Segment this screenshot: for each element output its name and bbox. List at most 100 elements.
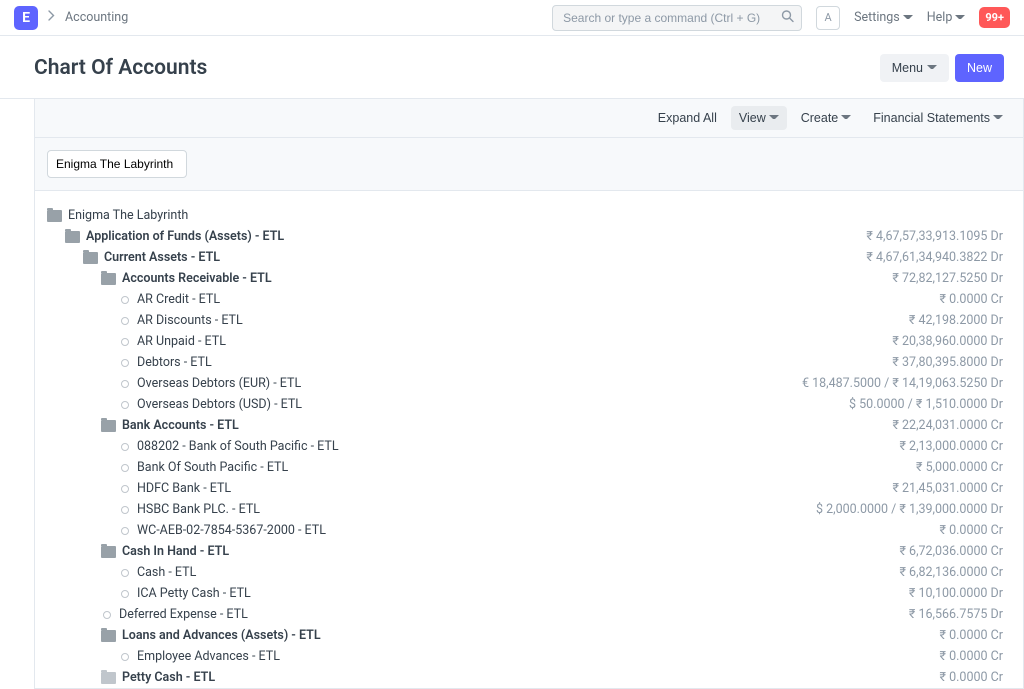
account-balance: ₹ 37,80,395.8000 Dr [892, 355, 1003, 370]
folder-open-icon [65, 231, 80, 243]
tree-node-label[interactable]: AR Discounts - ETL [137, 313, 243, 328]
tree-row[interactable]: 088202 - Bank of South Pacific - ETL₹ 2,… [47, 436, 1003, 457]
company-filter-input[interactable] [47, 150, 187, 178]
account-leaf-icon [121, 464, 129, 472]
tree-node-label[interactable]: Cash - ETL [137, 565, 196, 580]
account-balance: ₹ 42,198.2000 Dr [909, 313, 1003, 328]
folder-open-icon [101, 273, 116, 285]
tree-node-label[interactable]: Petty Cash - ETL [122, 670, 215, 685]
tree-row[interactable]: AR Unpaid - ETL ₹ 20,38,960.0000 Dr [47, 331, 1003, 352]
chevron-down-icon [993, 115, 1003, 125]
tree-row[interactable]: AR Discounts - ETL ₹ 42,198.2000 Dr [47, 310, 1003, 331]
tree-node-label[interactable]: Loans and Advances (Assets) - ETL [122, 628, 321, 643]
app-logo[interactable]: E [14, 6, 38, 30]
tree-row[interactable]: ICA Petty Cash - ETL ₹ 10,100.0000 Dr [47, 583, 1003, 604]
folder-open-icon [101, 630, 116, 642]
tree-row[interactable]: HSBC Bank PLC. - ETL $ 2,000.0000 / ₹ 1,3… [47, 499, 1003, 520]
tree-row[interactable]: Current Assets - ETL₹ 4,67,61,34,940.382… [47, 247, 1003, 268]
new-button[interactable]: New [955, 54, 1004, 82]
account-balance: ₹ 6,72,036.0000 Cr [899, 544, 1003, 559]
tree-row[interactable]: Debtors - ETL ₹ 37,80,395.8000 Dr [47, 352, 1003, 373]
settings-menu[interactable]: Settings [854, 10, 913, 25]
account-leaf-icon [121, 317, 129, 325]
account-balance: ₹ 20,38,960.0000 Dr [892, 334, 1003, 349]
tree-row[interactable]: Bank Of South Pacific - ETL ₹ 5,000.0000 … [47, 457, 1003, 478]
filter-bar [34, 138, 1024, 191]
account-balance: ₹ 22,24,031.0000 Cr [892, 418, 1003, 433]
search-icon [781, 9, 794, 26]
chevron-down-icon [769, 115, 779, 125]
search-input[interactable] [552, 5, 802, 31]
tree-node-label[interactable]: Enigma The Labyrinth [68, 208, 188, 223]
account-tree: Enigma The Labyrinth Application of Funds… [34, 191, 1024, 689]
tree-node-label[interactable]: Bank Accounts - ETL [122, 418, 239, 433]
tree-row[interactable]: Overseas Debtors (USD) - ETL $ 50.0000 / … [47, 394, 1003, 415]
account-balance: ₹ 21,45,031.0000 Cr [892, 481, 1003, 496]
view-menu[interactable]: View [731, 106, 787, 130]
tree-row[interactable]: Bank Accounts - ETL ₹ 22,24,031.0000 Cr [47, 415, 1003, 436]
tree-row[interactable]: Application of Funds (Assets) - ETL₹ 4,6… [47, 226, 1003, 247]
tree-row[interactable]: Employee Advances - ETL₹ 0.0000 Cr [47, 646, 1003, 667]
account-balance: ₹ 6,82,136.0000 Cr [899, 565, 1003, 580]
breadcrumb-item[interactable]: Accounting [65, 10, 128, 25]
tree-row[interactable]: Cash - ETL ₹ 6,82,136.0000 Cr [47, 562, 1003, 583]
account-balance: $ 50.0000 / ₹ 1,510.0000 Dr [849, 397, 1003, 412]
top-navbar: E Accounting A Settings Help 99+ [0, 0, 1024, 36]
help-menu[interactable]: Help [927, 10, 966, 25]
account-balance: ₹ 16,566.7575 Dr [909, 607, 1003, 622]
financial-statements-menu[interactable]: Financial Statements [865, 106, 1011, 130]
account-balance: ₹ 0.0000 Cr [940, 523, 1003, 538]
account-balance: $ 2,000.0000 / ₹ 1,39,000.0000 Dr [816, 502, 1003, 517]
folder-open-icon [101, 546, 116, 558]
tree-node-label[interactable]: AR Unpaid - ETL [137, 334, 226, 349]
search-container [552, 5, 802, 31]
account-balance: ₹ 0.0000 Cr [940, 292, 1003, 307]
tree-row[interactable]: Enigma The Labyrinth [47, 205, 1003, 226]
tree-row[interactable]: WC-AEB-02-7854-5367-2000 - ETL ₹ 0.0000 C… [47, 520, 1003, 541]
tree-node-label[interactable]: AR Credit - ETL [137, 292, 220, 307]
tree-node-label[interactable]: Bank Of South Pacific - ETL [137, 460, 288, 475]
folder-open-icon [47, 210, 62, 222]
avatar[interactable]: A [816, 6, 840, 30]
expand-all-button[interactable]: Expand All [650, 106, 725, 130]
tree-node-label[interactable]: Overseas Debtors (EUR) - ETL [137, 376, 301, 391]
tree-row[interactable]: Overseas Debtors (EUR) - ETL€ 18,487.500… [47, 373, 1003, 394]
account-leaf-icon [121, 485, 129, 493]
tree-node-label[interactable]: Overseas Debtors (USD) - ETL [137, 397, 302, 412]
account-leaf-icon [121, 296, 129, 304]
tree-row[interactable]: Accounts Receivable - ETL₹ 72,82,127.525… [47, 268, 1003, 289]
tree-node-label[interactable]: WC-AEB-02-7854-5367-2000 - ETL [137, 523, 326, 538]
tree-node-label[interactable]: HSBC Bank PLC. - ETL [137, 502, 260, 517]
account-leaf-icon [121, 401, 129, 409]
tree-node-label[interactable]: Cash In Hand - ETL [122, 544, 229, 559]
account-balance: ₹ 5,000.0000 Cr [916, 460, 1003, 475]
account-leaf-icon [121, 590, 129, 598]
tree-row[interactable]: Loans and Advances (Assets) - ETL₹ 0.000… [47, 625, 1003, 646]
tree-row[interactable]: AR Credit - ETL ₹ 0.0000 Cr [47, 289, 1003, 310]
account-leaf-icon [121, 653, 129, 661]
chevron-down-icon [955, 15, 965, 25]
tree-node-label[interactable]: HDFC Bank - ETL [137, 481, 231, 496]
account-leaf-icon [121, 359, 129, 367]
tree-row[interactable]: Petty Cash - ETL ₹ 0.0000 Cr [47, 667, 1003, 688]
tree-node-label[interactable]: Deferred Expense - ETL [119, 607, 248, 622]
tree-node-label[interactable]: 088202 - Bank of South Pacific - ETL [137, 439, 339, 454]
tree-row[interactable]: Deferred Expense - ETL ₹ 16,566.7575 Dr [47, 604, 1003, 625]
menu-button[interactable]: Menu [880, 54, 949, 82]
tree-row[interactable]: Cash In Hand - ETL ₹ 6,72,036.0000 Cr [47, 541, 1003, 562]
tree-node-label[interactable]: Application of Funds (Assets) - ETL [86, 229, 284, 244]
account-balance: ₹ 0.0000 Cr [940, 670, 1003, 685]
tree-node-label[interactable]: Current Assets - ETL [104, 250, 220, 265]
account-balance: ₹ 10,100.0000 Dr [909, 586, 1003, 601]
account-leaf-icon [121, 569, 129, 577]
tree-node-label[interactable]: Employee Advances - ETL [137, 649, 280, 664]
create-menu[interactable]: Create [793, 106, 860, 130]
account-leaf-icon [121, 380, 129, 388]
notification-badge[interactable]: 99+ [979, 7, 1010, 28]
tree-row[interactable]: HDFC Bank - ETL ₹ 21,45,031.0000 Cr [47, 478, 1003, 499]
tree-node-label[interactable]: ICA Petty Cash - ETL [137, 586, 251, 601]
list-toolbar: Expand All View Create Financial Stateme… [34, 99, 1024, 138]
tree-node-label[interactable]: Accounts Receivable - ETL [122, 271, 272, 286]
tree-node-label[interactable]: Debtors - ETL [137, 355, 212, 370]
account-leaf-icon [121, 527, 129, 535]
